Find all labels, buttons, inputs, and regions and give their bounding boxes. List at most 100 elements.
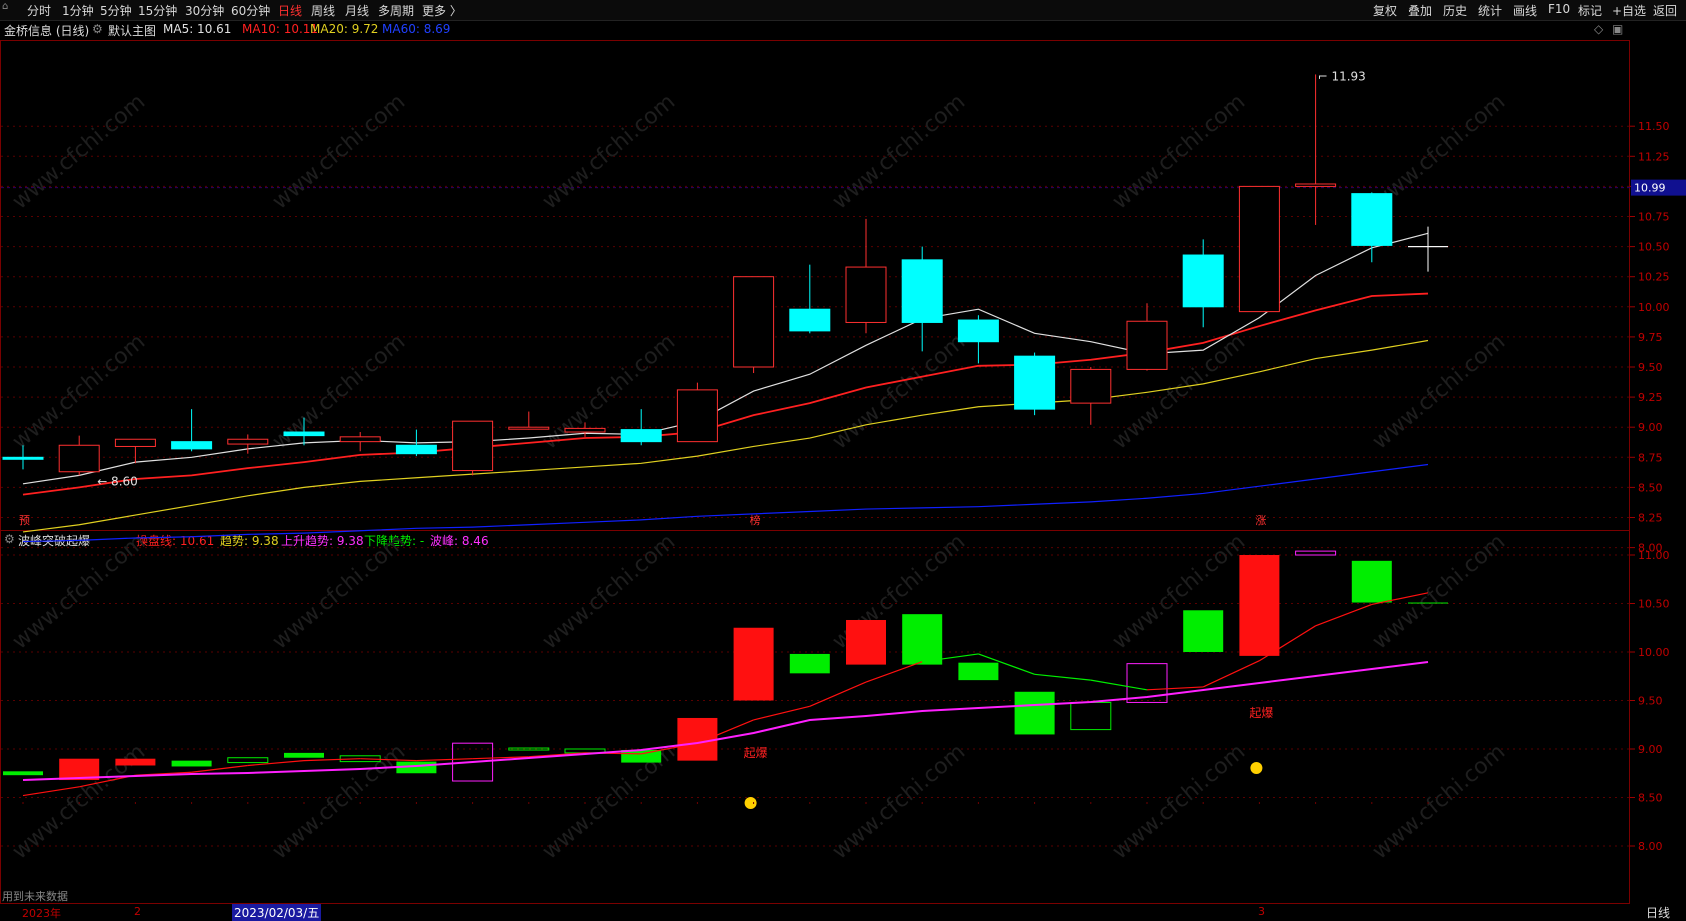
watermark-text: www.cfchi.com (538, 89, 680, 214)
footer-bar: 用到未来数据 2023年 2 2023/02/03/五 3 日线 (0, 890, 1686, 921)
candle-body (114, 438, 156, 447)
indicator-bar (1239, 555, 1280, 656)
month-2-label: 2 (134, 905, 141, 918)
trend-line-segment (1315, 603, 1373, 627)
period-tab-fenshi[interactable]: 分时 (27, 2, 51, 19)
trend-line-segment (922, 653, 979, 663)
indicator-bar (958, 662, 999, 681)
ma20-label: MA20: 9.72 (310, 22, 379, 36)
indicator-bar (1126, 663, 1168, 703)
candle-body (2, 456, 44, 460)
candle-body (1351, 193, 1393, 246)
indicator-bar (789, 653, 830, 674)
mark-button[interactable]: 标记 (1578, 2, 1602, 19)
qibao-label: 起爆 (1249, 706, 1273, 720)
period-tab-daily[interactable]: 日线 (278, 2, 302, 19)
candle-body (901, 259, 943, 323)
indicator-bar (1070, 701, 1112, 731)
trend-line-segment (641, 742, 698, 755)
watermark-text: www.cfchi.com (8, 329, 150, 454)
period-tab-monthly[interactable]: 月线 (345, 2, 369, 19)
back-button[interactable]: 返回 (1653, 2, 1677, 19)
panel-toggle-icon[interactable]: ▣ (1612, 22, 1623, 38)
main-chart-label[interactable]: 默认主图 (108, 22, 156, 38)
period-tab-1min[interactable]: 1分钟 (62, 2, 94, 19)
watermark-text: www.cfchi.com (268, 329, 410, 454)
watermark-text: www.cfchi.com (1368, 529, 1510, 654)
candle-body (283, 431, 325, 437)
indicator-bar (1014, 691, 1055, 735)
draw-button[interactable]: 画线 (1513, 2, 1537, 19)
period-tab-5min[interactable]: 5分钟 (100, 2, 132, 19)
sub-axis-label: 8.50 (1638, 792, 1663, 805)
watermark-text: www.cfchi.com (1108, 89, 1250, 214)
peak-line (22, 661, 1429, 781)
settings-circle-icon[interactable]: ⚙ (92, 22, 103, 38)
watermark-text: www.cfchi.com (268, 529, 410, 654)
candle-body (845, 266, 887, 323)
indicator-bar (227, 757, 269, 764)
candle-body (1126, 320, 1168, 370)
sub-axis-label: 8.00 (1638, 840, 1663, 853)
period-tab-weekly[interactable]: 周线 (311, 2, 335, 19)
period-indicator[interactable]: 日线 (1646, 904, 1670, 921)
diamond-icon[interactable]: ◇ (1594, 22, 1603, 38)
main-axis-label: 8.50 (1638, 481, 1663, 494)
stock-title: 金桥信息 (日线) (4, 24, 90, 38)
period-tab-multi[interactable]: 多周期 (378, 2, 414, 19)
trend-line-segment (1371, 592, 1429, 606)
trend-line-segment (1146, 686, 1204, 691)
window-icon[interactable]: ⌂ (2, 1, 8, 12)
candle-body (339, 436, 381, 443)
candle-body (676, 389, 718, 443)
stats-button[interactable]: 统计 (1478, 2, 1502, 19)
watermark-text: www.cfchi.com (1368, 329, 1510, 454)
indicator-bar (3, 771, 43, 776)
indicator-bar (677, 717, 718, 761)
period-tab-15min[interactable]: 15分钟 (138, 2, 177, 19)
down-trend-label: 下降趋势: - (364, 534, 425, 548)
indicator-bar (564, 748, 606, 754)
watermark-text: www.cfchi.com (828, 329, 970, 454)
trend-line-segment (247, 760, 305, 767)
period-tab-60min[interactable]: 60分钟 (231, 2, 270, 19)
candle-body (1295, 183, 1337, 187)
main-axis-label: 11.50 (1638, 120, 1670, 133)
candle-body (395, 444, 437, 455)
smiley-icon (1250, 762, 1263, 774)
trend-line-segment (1090, 679, 1148, 691)
year-label: 2023年 (22, 907, 61, 920)
overlay-button[interactable]: 叠加 (1408, 2, 1432, 19)
indicator-bar (452, 742, 494, 782)
watermark-text: www.cfchi.com (828, 739, 970, 864)
qibao-label: 起爆 (744, 746, 768, 760)
indicator-bar (1295, 550, 1337, 556)
month-3-label: 3 (1258, 905, 1265, 918)
sub-axis-label: 9.50 (1638, 695, 1663, 708)
watermark-text: www.cfchi.com (268, 89, 410, 214)
period-tab-30min[interactable]: 30分钟 (185, 2, 224, 19)
trend-line-segment (1202, 660, 1260, 688)
candle-body (564, 427, 606, 433)
candle-body (620, 429, 662, 443)
more-menu[interactable]: 更多 〉 (422, 2, 462, 19)
watermark-text: www.cfchi.com (1108, 329, 1250, 454)
indicator-name[interactable]: 波峰突破起爆 (18, 532, 90, 548)
candle-body (789, 308, 831, 332)
sub-settings-icon[interactable]: ⚙ (4, 532, 15, 548)
add-watchlist-button[interactable]: +自选 (1612, 2, 1646, 19)
indicator-bar (1183, 610, 1224, 652)
watermark-text: www.cfchi.com (1368, 739, 1510, 864)
cursor-date: 2023/02/03/五 (232, 904, 322, 921)
candle-body (1014, 355, 1056, 410)
trend-line-segment (135, 771, 192, 776)
f10-button[interactable]: F10 (1548, 2, 1570, 16)
fuquan-button[interactable]: 复权 (1373, 2, 1397, 19)
trend-line-segment (865, 661, 923, 683)
ma60-line (22, 463, 1429, 543)
indicator-bar (171, 760, 212, 767)
history-button[interactable]: 历史 (1443, 2, 1467, 19)
signal-marker-yu: 预 (19, 514, 30, 527)
current-price-tag (1631, 179, 1686, 196)
candle-body (1070, 368, 1112, 404)
